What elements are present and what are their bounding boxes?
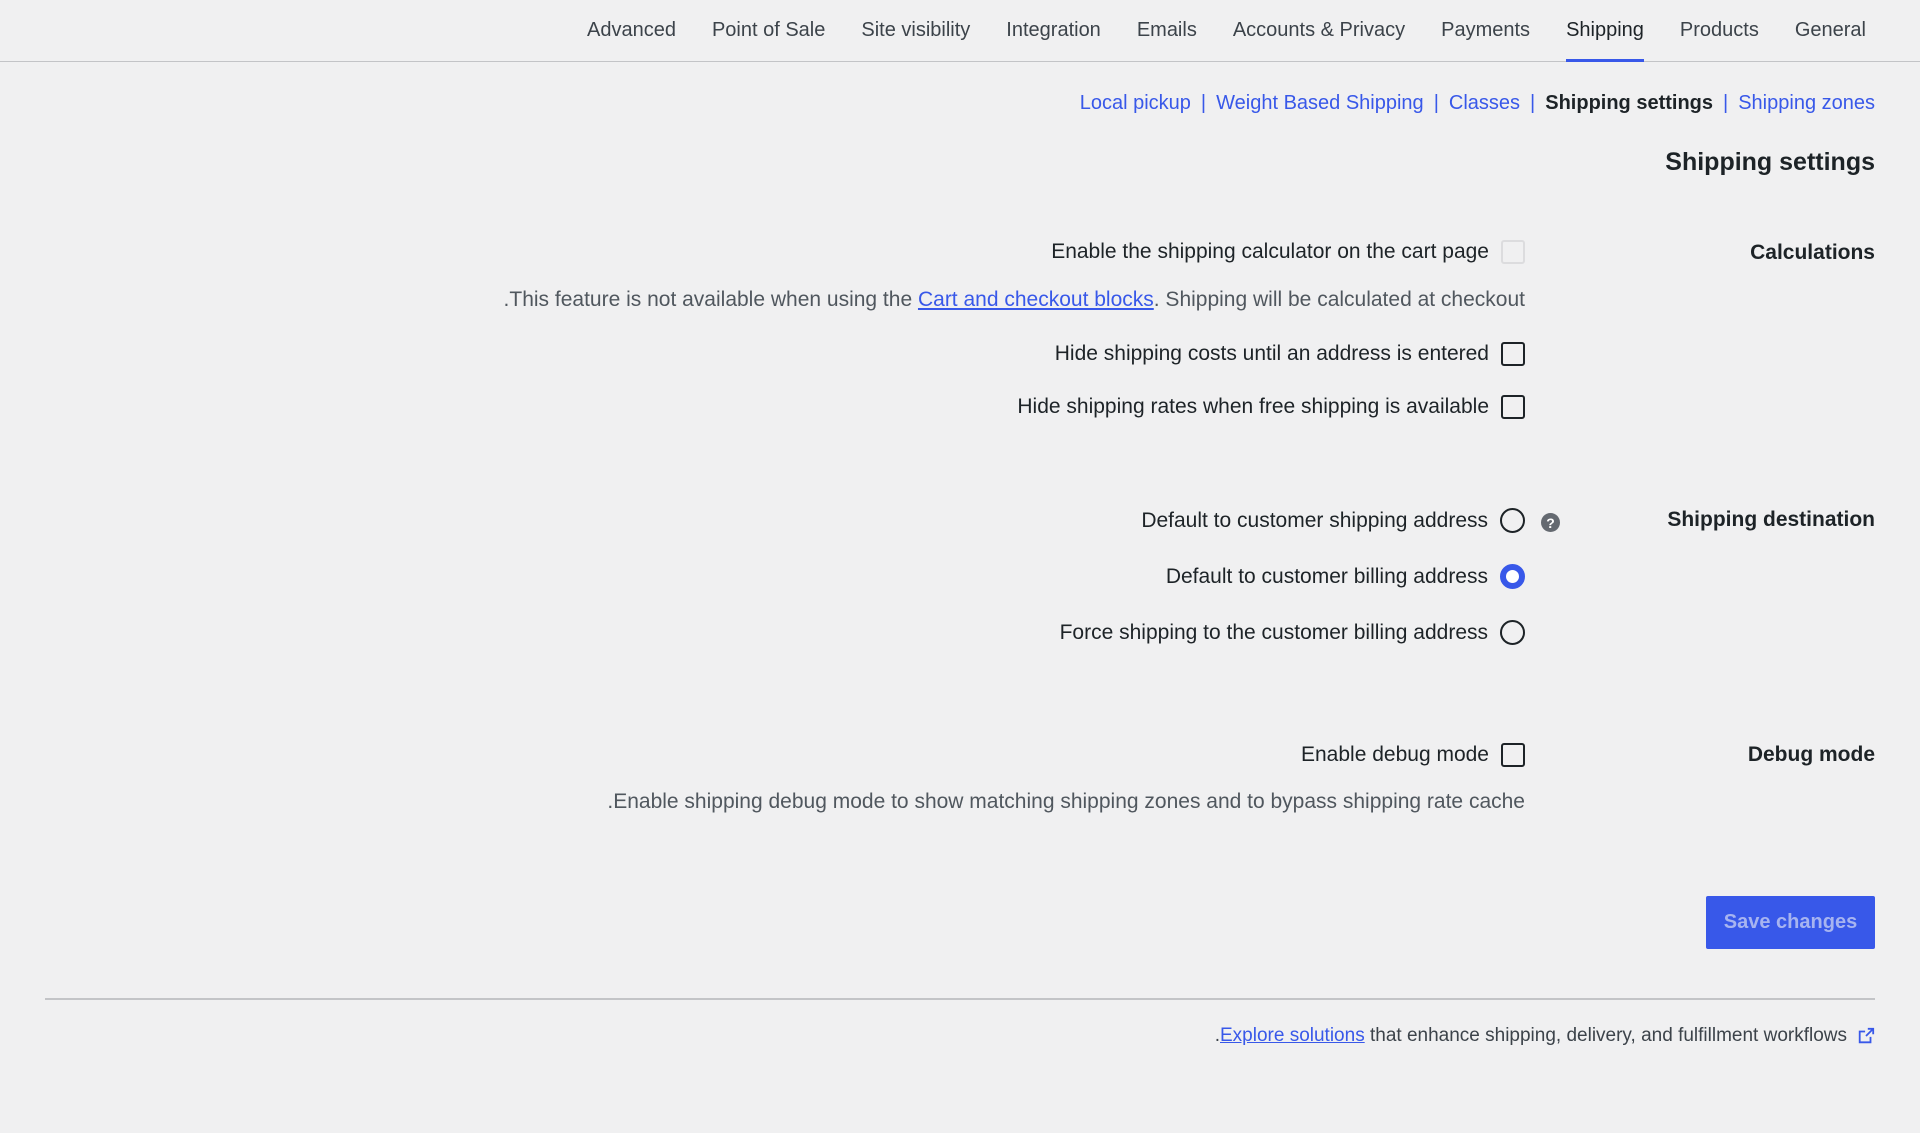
subnav-local-pickup[interactable]: Local pickup — [1080, 92, 1191, 115]
subnav-shipping-zones[interactable]: Shipping zones — [1738, 92, 1875, 115]
tab-integration[interactable]: Integration — [988, 0, 1119, 61]
destination-force-billing-label: Force shipping to the customer billing a… — [1059, 620, 1488, 644]
hide-costs-label: Hide shipping costs until an address is … — [1054, 342, 1489, 365]
settings-tabs: General Products Shipping Payments Accou… — [0, 0, 1920, 62]
destination-billing-label: Default to customer billing address — [1165, 564, 1488, 588]
page-title: Shipping settings — [1665, 148, 1875, 176]
cart-checkout-blocks-link[interactable]: Cart and checkout blocks — [918, 288, 1154, 311]
hide-rates-row: Hide shipping rates when free shipping i… — [1017, 395, 1525, 419]
subnav-shipping-settings[interactable]: Shipping settings — [1545, 92, 1713, 115]
calculations-label: Calculations — [1750, 241, 1875, 264]
footer-divider — [45, 998, 1875, 1000]
tab-accounts-privacy[interactable]: Accounts & Privacy — [1215, 0, 1423, 61]
destination-billing-radio[interactable] — [1500, 564, 1525, 589]
shipping-destination-label: Shipping destination — [1667, 508, 1875, 531]
subnav-separator: | — [1530, 92, 1536, 114]
subnav-separator: | — [1200, 92, 1207, 114]
tab-shipping[interactable]: Shipping — [1548, 0, 1662, 62]
destination-option-billing: Default to customer billing address — [1166, 564, 1525, 589]
destination-force-billing-radio[interactable] — [1500, 620, 1525, 645]
destination-option-force-billing: Force shipping to the customer billing a… — [1060, 620, 1525, 645]
tab-payments[interactable]: Payments — [1423, 0, 1548, 61]
help-icon[interactable]: ? — [1541, 513, 1560, 532]
destination-option-shipping: Default to customer shipping address — [1141, 508, 1525, 533]
tab-products[interactable]: Products — [1662, 0, 1777, 61]
hide-rates-checkbox[interactable] — [1501, 395, 1525, 419]
subnav-separator: | — [1433, 92, 1439, 114]
debug-mode-label: Debug mode — [1747, 743, 1875, 766]
subnav-weight-based-shipping[interactable]: Weight Based Shipping — [1216, 92, 1424, 115]
tab-advanced[interactable]: Advanced — [569, 0, 694, 61]
destination-shipping-radio[interactable] — [1500, 508, 1525, 533]
hide-rates-label: Hide shipping rates when free shipping i… — [1017, 395, 1489, 418]
external-link-icon[interactable] — [1857, 1027, 1875, 1045]
save-changes-button[interactable]: Save changes — [1706, 896, 1875, 949]
hide-costs-row: Hide shipping costs until an address is … — [1055, 342, 1525, 366]
destination-shipping-label: Default to customer shipping address — [1141, 508, 1488, 532]
subnav-classes[interactable]: Classes — [1449, 92, 1520, 115]
debug-mode-description: .Enable shipping debug mode to show matc… — [607, 790, 1525, 813]
debug-mode-checkbox[interactable] — [1501, 743, 1525, 767]
footer-suffix: that enhance shipping, delivery, and ful… — [1364, 1025, 1847, 1046]
calculator-desc-suffix: . Shipping will be calculated at checkou… — [1153, 288, 1525, 311]
tab-emails[interactable]: Emails — [1119, 0, 1215, 61]
tab-site-visibility[interactable]: Site visibility — [843, 0, 988, 61]
shipping-subnav: Shipping zones | Shipping settings | Cla… — [1080, 92, 1875, 115]
tab-point-of-sale[interactable]: Point of Sale — [694, 0, 843, 61]
debug-mode-enable-label: Enable debug mode — [1301, 743, 1489, 766]
debug-mode-row: Enable debug mode — [1301, 743, 1525, 767]
footer-explore: that enhance shipping, delivery, and ful… — [1215, 1025, 1875, 1047]
calculator-desc-prefix: .This feature is not available when usin… — [503, 288, 918, 311]
explore-solutions-link[interactable]: Explore solutions — [1220, 1025, 1365, 1047]
shipping-calculator-row: Enable the shipping calculator on the ca… — [1051, 240, 1525, 264]
hide-costs-checkbox[interactable] — [1501, 342, 1525, 366]
shipping-calculator-description: .This feature is not available when usin… — [504, 288, 1525, 312]
shipping-calculator-checkbox[interactable] — [1501, 240, 1525, 264]
shipping-calculator-label: Enable the shipping calculator on the ca… — [1051, 240, 1489, 263]
tab-general[interactable]: General — [1777, 0, 1884, 61]
subnav-separator: | — [1723, 92, 1729, 114]
